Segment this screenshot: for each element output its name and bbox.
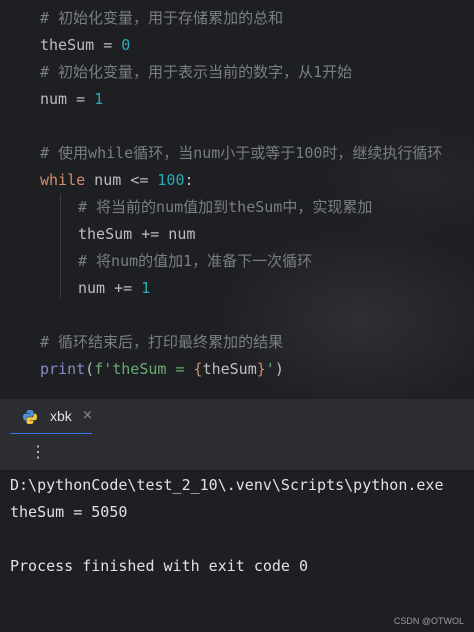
run-tab-bar: xbk × (0, 398, 474, 435)
string-literal: ' (265, 360, 275, 378)
code-comment: # 初始化变量，用于表示当前的数字，从1开始 (40, 63, 353, 81)
tab-label: xbk (50, 408, 72, 424)
paren: ( (85, 360, 95, 378)
number-literal: 100 (157, 171, 185, 189)
number-literal: 1 (94, 90, 104, 108)
code-comment: # 将当前的num值加到theSum中，实现累加 (78, 198, 373, 216)
console-line: D:\pythonCode\test_2_10\.venv\Scripts\py… (10, 476, 444, 494)
statement: num += (78, 279, 142, 297)
watermark: CSDN @OTWOL (393, 616, 464, 626)
colon: : (184, 171, 194, 189)
code-line: print(f'theSum = {theSum}') (40, 356, 284, 382)
string-literal: f'theSum = (94, 360, 194, 378)
operator: = (67, 90, 95, 108)
format-brace: { (193, 360, 203, 378)
code-comment: # 初始化变量，用于存储累加的总和 (40, 9, 284, 27)
indent-guide (60, 194, 61, 298)
keyword: while (40, 171, 86, 189)
code-line: theSum += num (78, 225, 196, 243)
code-comment: # 将num的值加1，准备下一次循环 (78, 252, 313, 270)
python-icon (23, 410, 37, 424)
code-comment: # 循环结束后，打印最终累加的结果 (40, 333, 284, 351)
close-icon[interactable]: × (82, 408, 93, 423)
number-literal: 1 (141, 279, 151, 297)
code-comment: # 使用while循环，当num小于或等于100时，继续执行循环 (40, 144, 443, 162)
variable-name: num (40, 90, 68, 108)
run-toolbar: ⋮ (0, 434, 474, 471)
format-brace: } (256, 360, 266, 378)
paren: ) (274, 360, 284, 378)
code-line: while num <= 100: (40, 167, 194, 193)
code-editor[interactable]: # 初始化变量，用于存储累加的总和 theSum = 0 # 初始化变量，用于表… (0, 0, 474, 398)
console-line: theSum = 5050 (10, 503, 128, 521)
code-line: num = 1 (40, 86, 103, 112)
run-console[interactable]: D:\pythonCode\test_2_10\.venv\Scripts\py… (0, 470, 474, 632)
variable-name: theSum (202, 360, 257, 378)
code-line: num += 1 (78, 275, 150, 301)
more-options-icon[interactable]: ⋮ (28, 442, 48, 462)
operator: = (94, 36, 122, 54)
console-line: Process finished with exit code 0 (10, 557, 309, 575)
builtin-function: print (40, 360, 86, 378)
code-line: theSum = 0 (40, 32, 130, 58)
number-literal: 0 (121, 36, 131, 54)
run-tab[interactable]: xbk × (10, 399, 93, 435)
condition: num <= (85, 171, 158, 189)
variable-name: theSum (40, 36, 95, 54)
